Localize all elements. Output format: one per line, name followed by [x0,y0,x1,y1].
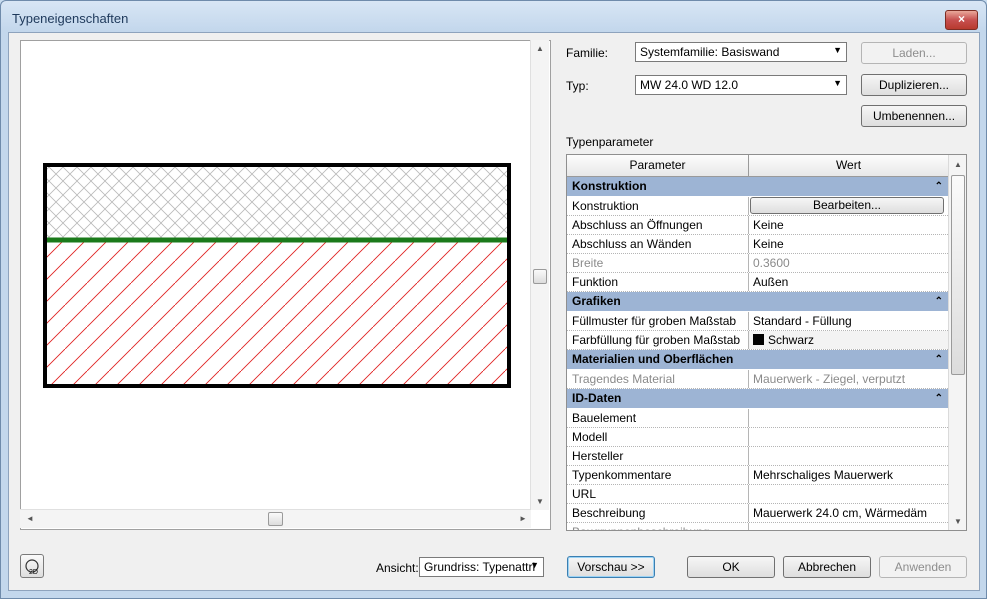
table-row[interactable]: Füllmuster für groben Maßstab Standard - … [567,312,948,331]
preview-panel [20,40,551,530]
dialog-title: Typeneigenschaften [12,11,129,26]
scroll-up-arrow-icon[interactable]: ▲ [536,44,544,53]
close-button[interactable]: × [945,10,978,30]
svg-text:2D: 2D [29,569,38,576]
chevron-up-icon[interactable]: ⌃ [935,177,943,196]
typenparameter-label: Typenparameter [566,135,654,149]
chevron-up-icon[interactable]: ⌃ [935,350,943,369]
grid-header: Parameter Wert [567,155,948,177]
column-header-parameter[interactable]: Parameter [567,155,749,176]
table-row[interactable]: Farbfüllung für groben Maßstab Schwarz [567,331,951,350]
column-header-wert[interactable]: Wert [749,155,948,176]
ansicht-label: Ansicht: [376,561,419,575]
preview-vertical-scrollbar[interactable]: ▲ ▼ [530,40,549,510]
table-row[interactable]: Beschreibung Mauerwerk 24.0 cm, Wärmedäm [567,504,948,523]
scroll-right-arrow-icon[interactable]: ► [519,514,527,523]
chevron-down-icon: ▼ [833,45,842,55]
scroll-left-arrow-icon[interactable]: ◄ [26,514,34,523]
familie-select[interactable]: Systemfamilie: Basiswand ▼ [635,42,847,62]
scroll-up-arrow-icon[interactable]: ▲ [954,160,962,169]
category-konstruktion[interactable]: Konstruktion ⌃ [567,177,948,197]
scroll-down-arrow-icon[interactable]: ▼ [536,497,544,506]
masonry-layer [45,240,509,386]
grid-rows: Konstruktion ⌃ Konstruktion Bearbeiten... … [567,177,951,530]
table-row[interactable]: Modell [567,428,948,447]
scroll-down-arrow-icon[interactable]: ▼ [954,517,962,526]
table-row[interactable]: Abschluss an Wänden Keine [567,235,948,254]
table-row[interactable]: Abschluss an Öffnungen Keine [567,216,948,235]
insulation-layer [45,165,509,240]
laden-button[interactable]: Laden... [861,42,967,64]
table-row: Tragendes Material Mauerwerk - Ziegel, ve… [567,370,948,389]
scroll-thumb[interactable] [951,175,965,375]
chevron-up-icon[interactable]: ⌃ [935,389,943,408]
2d-view-icon[interactable]: 2D [20,554,44,578]
table-row[interactable]: Hersteller [567,447,948,466]
table-row[interactable]: Typenkommentare Mehrschaliges Mauerwerk [567,466,948,485]
table-row[interactable]: Baugruppenbeschreibung [567,523,948,530]
abbrechen-button[interactable]: Abbrechen [783,556,871,578]
bearbeiten-button[interactable]: Bearbeiten... [750,197,944,214]
anwenden-button[interactable]: Anwenden [879,556,967,578]
wall-preview [43,163,511,388]
familie-select-value: Systemfamilie: Basiswand [640,45,780,59]
color-fill-cell[interactable]: Schwarz [748,331,951,349]
table-row[interactable]: Bauelement [567,409,948,428]
typ-label: Typ: [566,79,589,93]
table-row[interactable]: Funktion Außen [567,273,948,292]
ok-button[interactable]: OK [687,556,775,578]
vorschau-button[interactable]: Vorschau >> [567,556,655,578]
typ-select-value: MW 24.0 WD 12.0 [640,78,739,92]
chevron-down-icon: ▼ [833,78,842,88]
category-grafiken[interactable]: Grafiken ⌃ [567,292,948,312]
category-id-daten[interactable]: ID-Daten ⌃ [567,389,948,409]
typ-select[interactable]: MW 24.0 WD 12.0 ▼ [635,75,847,95]
scroll-thumb[interactable] [533,269,547,284]
scroll-thumb[interactable] [268,512,283,526]
ansicht-select-value: Grundriss: Typenattri [424,560,536,574]
table-row: Breite 0.3600 [567,254,948,273]
chevron-up-icon[interactable]: ⌃ [935,292,943,311]
type-parameter-grid: Parameter Wert Konstruktion ⌃ Konstruktio… [566,154,967,531]
preview-horizontal-scrollbar[interactable]: ◄ ► [20,509,531,528]
duplizieren-button[interactable]: Duplizieren... [861,74,967,96]
chevron-down-icon: ▼ [530,560,539,570]
ansicht-select[interactable]: Grundriss: Typenattri ▼ [419,557,544,577]
table-row[interactable]: Konstruktion Bearbeiten... [567,197,948,216]
umbenennen-button[interactable]: Umbenennen... [861,105,967,127]
table-row[interactable]: URL [567,485,948,504]
familie-label: Familie: [566,46,609,60]
grid-vertical-scrollbar[interactable]: ▲ ▼ [948,155,966,530]
category-materialien[interactable]: Materialien und Oberflächen ⌃ [567,350,948,370]
color-swatch [753,334,764,345]
